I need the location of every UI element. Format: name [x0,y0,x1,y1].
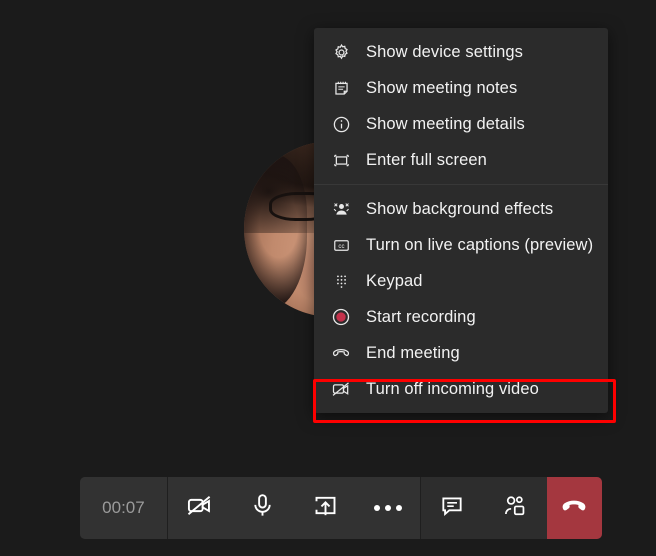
more-options-context-menu[interactable]: Show device settings Show meeting notes [314,28,608,413]
background-effects-icon [330,198,352,220]
menu-group-2: Show background effects cc Turn on live … [314,184,608,407]
gear-icon [330,41,352,63]
menu-item-label: Show meeting notes [366,78,518,97]
hangup-icon [330,342,352,364]
more-options-button[interactable] [357,477,420,539]
fullscreen-icon [330,149,352,171]
more-options-icon [374,505,403,511]
svg-text:cc: cc [338,244,344,250]
share-screen-button[interactable] [294,477,357,539]
menu-item-end-meeting[interactable]: End meeting [314,335,608,371]
menu-item-label: Keypad [366,271,423,290]
menu-item-show-background-effects[interactable]: Show background effects [314,191,608,227]
keypad-icon [330,270,352,292]
menu-item-turn-on-live-captions[interactable]: cc Turn on live captions (preview) [314,227,608,263]
menu-item-show-meeting-notes[interactable]: Show meeting notes [314,70,608,106]
toggle-camera-button[interactable] [168,477,231,539]
menu-item-label: Turn on live captions (preview) [366,235,594,254]
toolbar-secondary-group [420,477,547,539]
info-icon [330,113,352,135]
closed-captions-icon: cc [330,234,352,256]
hair-side [244,155,308,310]
menu-item-show-meeting-details[interactable]: Show meeting details [314,106,608,142]
menu-item-label: Enter full screen [366,150,487,169]
menu-item-show-device-settings[interactable]: Show device settings [314,34,608,70]
toolbar-primary-group [167,477,420,539]
record-icon [330,306,352,328]
show-participants-button[interactable] [484,477,547,539]
video-off-icon [330,378,352,400]
menu-item-keypad[interactable]: Keypad [314,263,608,299]
menu-item-label: Start recording [366,307,476,326]
meeting-timer: 00:07 [80,477,168,539]
menu-item-label: Show meeting details [366,114,525,133]
share-screen-icon [312,492,339,524]
menu-item-label: Show background effects [366,199,554,218]
menu-item-turn-off-incoming-video[interactable]: Turn off incoming video [314,371,608,407]
hangup-icon [559,491,589,526]
toggle-mic-button[interactable] [231,477,294,539]
show-conversation-button[interactable] [421,477,484,539]
chat-icon [439,493,465,524]
microphone-icon [249,492,276,524]
menu-item-label: Turn off incoming video [366,379,539,398]
hangup-button[interactable] [546,477,602,539]
meeting-control-bar[interactable]: 00:07 [80,477,602,539]
menu-item-enter-full-screen[interactable]: Enter full screen [314,142,608,178]
menu-group-1: Show device settings Show meeting notes [314,34,608,178]
camera-off-icon [186,492,213,524]
menu-item-label: Show device settings [366,42,524,61]
people-icon [502,493,528,524]
notes-icon [330,77,352,99]
menu-item-start-recording[interactable]: Start recording [314,299,608,335]
menu-item-label: End meeting [366,343,460,362]
